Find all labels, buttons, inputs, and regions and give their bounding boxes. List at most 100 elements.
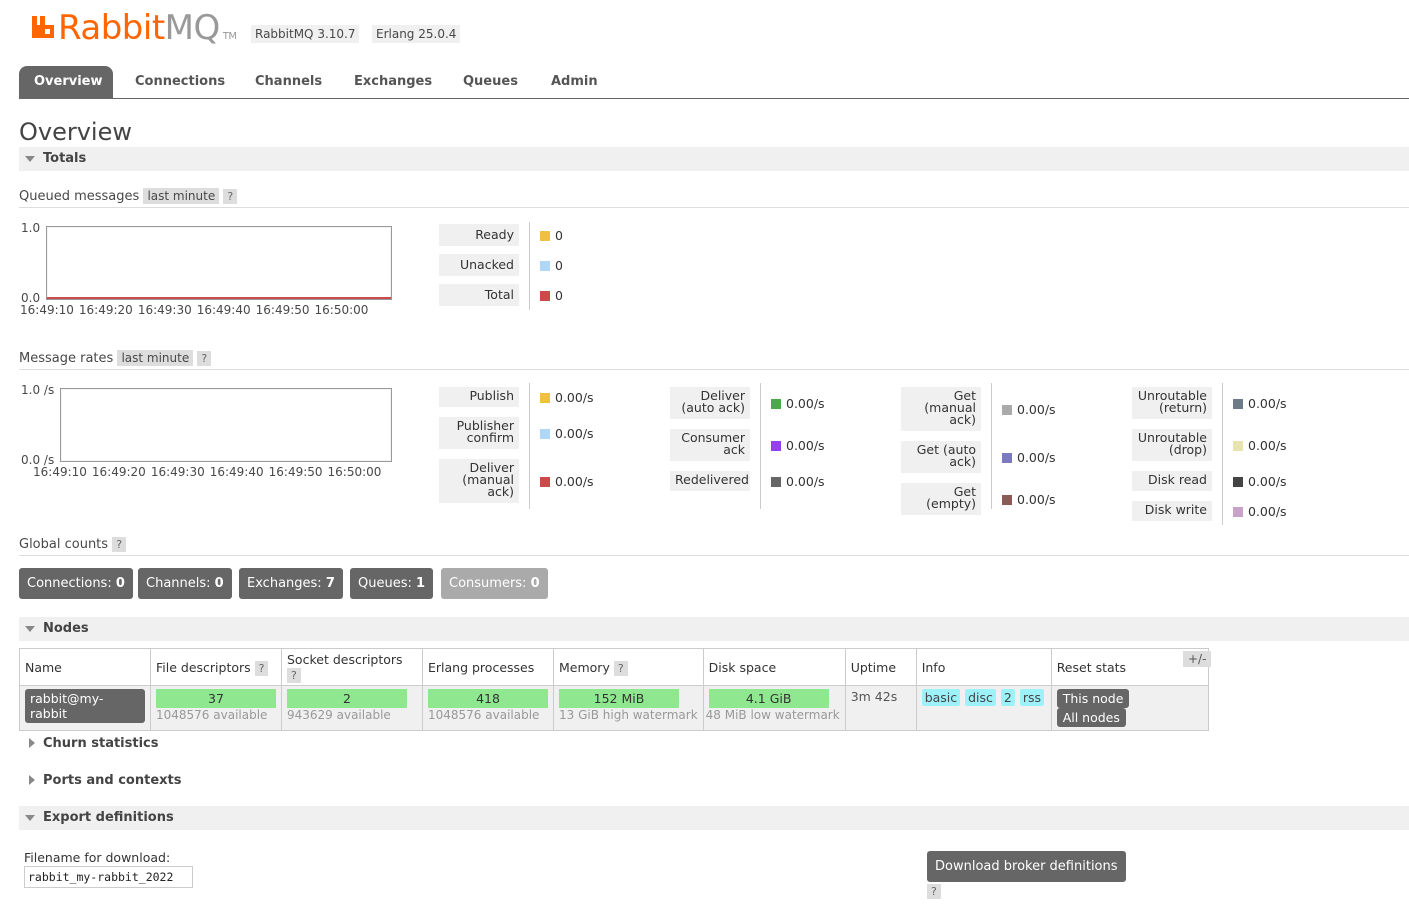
col-socket-descriptors: Socket descriptors ?	[281, 648, 423, 686]
tab-connections[interactable]: Connections	[120, 66, 240, 98]
totals-title: Totals	[43, 151, 87, 166]
memory-help-button[interactable]: ?	[613, 660, 628, 676]
global-counts-heading: Global counts ?	[19, 537, 127, 552]
x-tick-label: 16:49:50	[255, 303, 310, 317]
col-file-descriptors: File descriptors ?	[150, 648, 282, 686]
legend-swatch	[1233, 441, 1243, 451]
queued-help-button[interactable]: ?	[223, 189, 238, 204]
x-tick-label: 16:50:00	[327, 465, 382, 479]
memory-bar: 152 MiB	[559, 689, 679, 708]
node-name-link[interactable]: rabbit@my-rabbit	[25, 689, 145, 723]
disk-watermark: 48 MiB low watermark	[705, 708, 840, 722]
consumers-count-button[interactable]: Consumers: 0	[441, 568, 548, 599]
queues-count-button[interactable]: Queues: 1	[350, 568, 434, 599]
filename-label: Filename for download:	[24, 850, 171, 865]
rates-legend-label: Consumer ack	[670, 429, 750, 461]
export-title: Export definitions	[43, 810, 174, 825]
queued-legend-label: Total	[439, 284, 519, 306]
erlang-processes-bar: 418	[428, 689, 548, 708]
rates-legend-label: Deliver (auto ack)	[670, 387, 750, 419]
uptime-value: 3m 42s	[844, 685, 917, 731]
rates-legend-value: 0.00/s	[540, 474, 594, 489]
expand-right-icon	[29, 775, 35, 785]
queued-range-selector[interactable]: last minute	[143, 188, 220, 204]
fd-help-button[interactable]: ?	[254, 660, 269, 676]
rates-legend-label: Get (auto ack)	[901, 441, 981, 473]
divider	[19, 207, 1409, 208]
queued-legend-label: Ready	[439, 224, 519, 246]
rates-legend-label: Deliver (manual ack)	[439, 459, 519, 503]
legend-swatch	[540, 231, 550, 241]
download-definitions-button[interactable]: Download broker definitions	[927, 851, 1126, 882]
channels-count-button[interactable]: Channels: 0	[138, 568, 232, 599]
rates-legend-label: Unroutable (return)	[1132, 387, 1212, 419]
legend-divider	[991, 383, 992, 509]
export-section-header[interactable]: Export definitions	[19, 806, 1409, 830]
main-tabs: Overview Connections Channels Exchanges …	[19, 66, 1409, 99]
x-tick-label: 16:49:40	[209, 465, 264, 479]
churn-section-header[interactable]: Churn statistics	[19, 732, 1409, 756]
ports-title: Ports and contexts	[43, 773, 182, 788]
totals-section-header[interactable]: Totals	[19, 147, 1409, 171]
col-memory: Memory ?	[553, 648, 704, 686]
tab-admin[interactable]: Admin	[536, 66, 613, 98]
reset-all-nodes-button[interactable]: All nodes	[1056, 708, 1126, 727]
tab-exchanges[interactable]: Exchanges	[339, 66, 447, 98]
queued-messages-chart	[46, 226, 392, 300]
fd-available: 1048576 available	[156, 708, 268, 722]
reset-this-node-button[interactable]: This node	[1056, 689, 1130, 708]
rates-legend-label: Redelivered	[670, 471, 750, 491]
collapse-down-icon	[25, 626, 35, 632]
sd-available: 943629 available	[287, 708, 391, 722]
queued-legend-value: 0	[540, 288, 563, 303]
churn-title: Churn statistics	[43, 736, 159, 751]
export-help-button[interactable]: ?	[927, 884, 941, 899]
sd-bar: 2	[287, 689, 407, 708]
nodes-section-header[interactable]: Nodes	[19, 617, 1409, 641]
legend-swatch	[540, 393, 550, 403]
exchanges-count-button[interactable]: Exchanges: 7	[239, 568, 343, 599]
rates-legend-value: 0.00/s	[771, 438, 825, 453]
rates-legend-value: 0.00/s	[771, 474, 825, 489]
rates-legend-label: Publish	[439, 387, 519, 407]
queued-x-axis: 16:49:10 16:49:20 16:49:30 16:49:40 16:49:50…	[20, 303, 373, 317]
erlang-processes-available: 1048576 available	[428, 708, 540, 722]
rates-legend-label: Publisher confirm	[439, 417, 519, 449]
legend-divider	[1222, 383, 1223, 525]
col-name: Name	[19, 648, 151, 686]
legend-divider	[760, 383, 761, 509]
ports-section-header[interactable]: Ports and contexts	[19, 769, 1409, 793]
connections-count-button[interactable]: Connections: 0	[19, 568, 133, 599]
rates-legend-label: Unroutable (drop)	[1132, 429, 1212, 461]
queued-messages-heading: Queued messages last minute ?	[19, 188, 238, 204]
rabbitmq-logo-icon	[30, 9, 56, 38]
rabbitmq-version: RabbitMQ 3.10.7	[251, 25, 360, 43]
rates-legend-value: 0.00/s	[1233, 438, 1287, 453]
rates-legend-label: Get (empty)	[901, 483, 981, 515]
global-counts-help-button[interactable]: ?	[112, 537, 127, 552]
x-tick-label: 16:49:50	[268, 465, 323, 479]
sd-help-button[interactable]: ?	[287, 668, 301, 683]
filename-input[interactable]	[24, 866, 193, 888]
rates-x-axis: 16:49:10 16:49:20 16:49:30 16:49:40 16:49:50…	[33, 465, 386, 479]
col-erlang-processes: Erlang processes	[422, 648, 554, 686]
rates-help-button[interactable]: ?	[197, 351, 212, 366]
queued-messages-label: Queued messages	[19, 189, 140, 204]
message-rates-chart	[60, 388, 392, 462]
tab-queues[interactable]: Queues	[448, 66, 533, 98]
rates-legend-value: 0.00/s	[1002, 450, 1056, 465]
legend-swatch	[1233, 477, 1243, 487]
tab-overview[interactable]: Overview	[19, 66, 113, 98]
legend-swatch	[540, 477, 550, 487]
col-disk-space: Disk space	[702, 648, 846, 686]
fd-bar: 37	[156, 689, 276, 708]
legend-divider	[529, 222, 530, 310]
legend-swatch	[771, 441, 781, 451]
col-uptime: Uptime	[844, 648, 917, 686]
nodes-title: Nodes	[43, 621, 89, 636]
column-toggle-button[interactable]: +/-	[1183, 651, 1212, 667]
tab-channels[interactable]: Channels	[240, 66, 337, 98]
rates-range-selector[interactable]: last minute	[117, 350, 194, 366]
info-tag: basic	[921, 689, 961, 706]
legend-swatch	[540, 429, 550, 439]
